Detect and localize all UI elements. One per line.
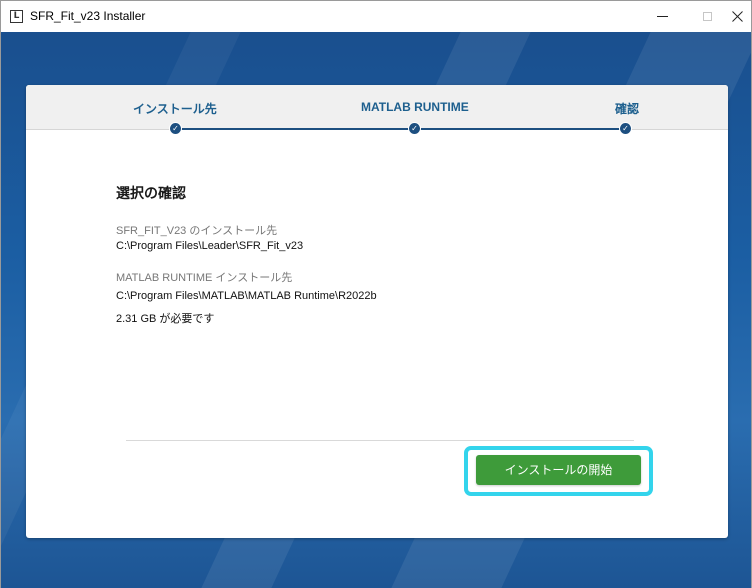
close-icon [731, 11, 743, 22]
runtime-install-path: C:\Program Files\MATLAB\MATLAB Runtime\R… [116, 290, 377, 302]
step-progress: インストール先 MATLAB RUNTIME 確認 ✓ ✓ ✓ [26, 85, 728, 135]
minimize-icon [656, 16, 668, 17]
check-icon: ✓ [619, 122, 632, 135]
title-bar[interactable]: L SFR_Fit_v23 Installer [1, 1, 751, 32]
window-title: SFR_Fit_v23 Installer [30, 9, 146, 23]
begin-install-button[interactable]: インストールの開始 [476, 455, 641, 485]
runtime-install-caption: MATLAB RUNTIME インストール先 [116, 272, 293, 284]
divider [126, 440, 634, 441]
installer-card: インストール先 MATLAB RUNTIME 確認 ✓ ✓ ✓ 選択の確認 SF… [26, 85, 728, 538]
step-confirm: 確認 [615, 102, 640, 116]
step-matlab-runtime: MATLAB RUNTIME [361, 100, 469, 114]
installer-window: L SFR_Fit_v23 Installer インストール先 MATLAB R… [0, 0, 752, 588]
minimize-button[interactable] [644, 1, 680, 32]
step-install-location: インストール先 [133, 102, 217, 116]
check-icon: ✓ [169, 122, 182, 135]
space-required: 2.31 GB が必要です [116, 313, 215, 325]
app-install-caption: SFR_FIT_V23 のインストール先 [116, 225, 278, 237]
step-progress-line [178, 128, 624, 130]
close-button[interactable] [719, 1, 752, 32]
app-icon: L [10, 10, 23, 23]
maximize-icon [702, 12, 712, 21]
confirmation-title: 選択の確認 [116, 185, 186, 201]
app-install-path: C:\Program Files\Leader\SFR_Fit_v23 [116, 240, 304, 252]
check-icon: ✓ [408, 122, 421, 135]
